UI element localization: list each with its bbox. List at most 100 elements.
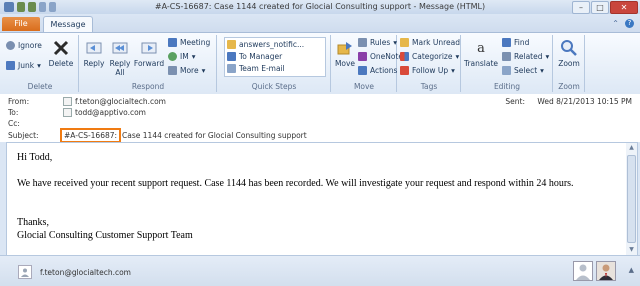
move-icon: [336, 39, 354, 57]
vertical-scrollbar[interactable]: ▲ ▼: [626, 142, 638, 256]
message-body[interactable]: Hi Todd, We have received your recent su…: [6, 142, 628, 256]
categorize-label: Categorize: [412, 52, 453, 61]
people-pane-address[interactable]: f.teton@glocialtech.com: [40, 268, 131, 277]
sent-label: Sent:: [505, 97, 526, 106]
ribbon: Ignore Junk ▾ Delete Delete Reply Reply: [0, 32, 640, 95]
forward-button[interactable]: Forward: [134, 39, 164, 68]
group-label-tags: Tags: [420, 82, 438, 91]
scroll-thumb[interactable]: [627, 155, 636, 243]
group-label-editing: Editing: [493, 82, 521, 91]
related-icon: [502, 52, 511, 61]
avatar[interactable]: [596, 261, 616, 281]
junk-icon: [6, 61, 15, 70]
body-text: Hi Todd, We have received your recent su…: [17, 151, 574, 242]
follow-up-button[interactable]: Follow Up ▾: [400, 66, 455, 75]
avatar[interactable]: [573, 261, 593, 281]
subject-text: Case 1144 created for Glocial Consulting…: [122, 131, 307, 140]
find-button[interactable]: Find: [502, 38, 529, 47]
reply-label: Reply: [83, 59, 105, 68]
find-label: Find: [514, 38, 530, 47]
forward-icon: [140, 39, 158, 57]
ignore-button[interactable]: Ignore: [6, 41, 42, 50]
group-label-respond: Respond: [131, 82, 165, 91]
chevron-down-icon: ▾: [455, 52, 460, 61]
delete-button[interactable]: Delete: [48, 39, 74, 68]
reply-all-icon: [111, 39, 129, 57]
move-label: Move: [334, 59, 356, 68]
magnifier-icon: [560, 39, 578, 57]
translate-label: Translate: [463, 59, 499, 68]
subject-label: Subject:: [8, 131, 39, 140]
respond-group: Reply Reply All Forward Meeting IM ▾ Mor…: [80, 35, 217, 92]
to-row: To: todd@apptivo.com: [8, 108, 146, 117]
tab-message[interactable]: Message: [43, 16, 93, 33]
tags-group: Mark Unread Categorize ▾ Follow Up ▾ Tag…: [398, 35, 461, 92]
junk-button[interactable]: Junk ▾: [6, 61, 41, 70]
related-button[interactable]: Related ▾: [502, 52, 549, 61]
maximize-button[interactable]: □: [591, 1, 609, 14]
greeting: Hi Todd,: [17, 152, 53, 163]
scroll-down-icon[interactable]: ▼: [626, 245, 637, 255]
translate-button[interactable]: a Translate: [463, 39, 499, 69]
to-label: To:: [8, 108, 19, 117]
zoom-button[interactable]: Zoom: [556, 39, 582, 68]
meeting-button[interactable]: Meeting: [168, 38, 210, 47]
onenote-icon: [358, 52, 367, 61]
chevron-down-icon: ▾: [37, 61, 41, 70]
categorize-button[interactable]: Categorize ▾: [400, 52, 459, 61]
reply-button[interactable]: Reply: [82, 39, 106, 68]
binoculars-icon: [502, 38, 511, 47]
onenote-button[interactable]: OneNote: [358, 52, 403, 61]
window-title: #A-CS-16687: Case 1144 created for Gloci…: [154, 2, 486, 11]
group-label-quick-steps: Quick Steps: [251, 82, 297, 91]
quick-steps-label-area: Quick Steps: [218, 35, 331, 92]
cc-row: Cc:: [8, 119, 63, 128]
editing-group: a Translate Find Related ▾ Select ▾ Edit…: [462, 35, 553, 92]
rules-icon: [358, 38, 367, 47]
from-row: From: f.teton@glocialtech.com: [8, 97, 166, 106]
more-button[interactable]: More ▾: [168, 66, 205, 75]
to-address[interactable]: todd@apptivo.com: [75, 108, 146, 117]
body-paragraph: We have received your recent support req…: [17, 178, 574, 189]
junk-label: Junk: [18, 61, 35, 70]
chevron-down-icon: ▾: [545, 52, 550, 61]
contact-icon: [63, 108, 72, 117]
expand-people-pane-icon[interactable]: ▲: [629, 266, 634, 274]
reply-icon: [85, 39, 103, 57]
ribbon-tab-bar: File Message ⌃ ?: [0, 14, 640, 33]
tab-file[interactable]: File: [2, 17, 40, 31]
actions-label: Actions: [370, 66, 398, 75]
close-button[interactable]: ✕: [610, 1, 638, 14]
flag-icon: [400, 66, 409, 75]
group-label-move: Move: [353, 82, 375, 91]
chevron-down-icon: ▾: [201, 66, 206, 75]
minimize-button[interactable]: –: [572, 1, 590, 14]
mark-unread-label: Mark Unread: [412, 38, 461, 47]
minimize-ribbon-icon[interactable]: ⌃: [612, 19, 619, 28]
mark-unread-button[interactable]: Mark Unread: [400, 38, 460, 47]
rules-button[interactable]: Rules ▾: [358, 38, 397, 47]
subject-row: Subject: #A-CS-16687: Case 1144 created …: [8, 128, 307, 143]
more-label: More: [180, 66, 199, 75]
im-button[interactable]: IM ▾: [168, 52, 195, 61]
contact-avatar-icon: [18, 265, 32, 279]
chevron-down-icon: ▾: [451, 66, 455, 75]
help-icon[interactable]: ?: [625, 19, 634, 28]
zoom-group: Zoom Zoom: [554, 35, 585, 92]
reply-all-button[interactable]: Reply All: [108, 39, 132, 77]
case-tag: #A-CS-16687:: [60, 128, 122, 143]
meeting-icon: [168, 38, 177, 47]
scroll-up-icon[interactable]: ▲: [626, 143, 637, 153]
delete-icon: [52, 39, 70, 57]
move-group: Move Rules ▾ OneNote Actions ▾ Move: [332, 35, 404, 92]
closing: Thanks,: [17, 217, 49, 228]
people-pane-contact[interactable]: f.teton@glocialtech.com: [18, 265, 131, 279]
move-button[interactable]: Move: [334, 39, 356, 68]
from-address[interactable]: f.teton@glocialtech.com: [75, 97, 166, 106]
select-label: Select: [514, 66, 538, 75]
people-pane: f.teton@glocialtech.com ▲: [0, 255, 640, 286]
from-label: From:: [8, 97, 30, 106]
select-button[interactable]: Select ▾: [502, 66, 544, 75]
people-pane-avatars: [573, 261, 616, 281]
translate-icon: a: [477, 40, 485, 56]
